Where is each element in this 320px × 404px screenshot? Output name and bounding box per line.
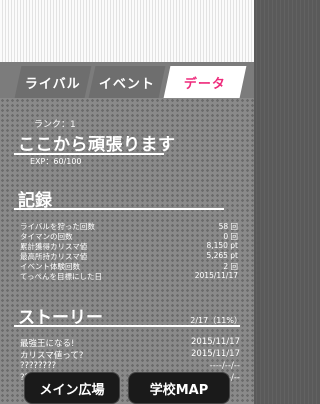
- motto-underline: [14, 153, 164, 155]
- story-label: 最強王になる!: [20, 339, 75, 349]
- story-label: カリスマ値って?: [20, 351, 84, 361]
- tab-rival[interactable]: ライバル: [14, 66, 92, 98]
- tab-event-label: イベント: [98, 76, 155, 92]
- record-row: てっぺんを目標にした日 2015/11/17: [20, 271, 238, 281]
- tab-data-label: データ: [183, 76, 226, 92]
- record-underline: [14, 208, 224, 210]
- school-map-button[interactable]: 学校MAP: [128, 372, 230, 404]
- story-underline: [14, 325, 240, 327]
- story-date: 2015/11/17: [191, 337, 240, 347]
- record-row: 累計獲得カリスマ値 8,150 pt: [20, 241, 238, 251]
- header-band: [0, 0, 254, 62]
- tab-event[interactable]: イベント: [88, 66, 166, 98]
- record-row: イベント体験回数 2 回: [20, 261, 238, 271]
- record-label: てっぺんを目標にした日: [20, 272, 103, 281]
- record-row: 最高所持カリスマ値 5,265 pt: [20, 251, 238, 261]
- motto-text: ここから頑張ります: [18, 135, 176, 155]
- story-date: 2015/11/17: [191, 349, 240, 359]
- exp-text: EXP：60/100: [30, 157, 82, 166]
- tab-data[interactable]: データ: [163, 66, 247, 98]
- tab-rival-label: ライバル: [25, 76, 81, 92]
- story-date: ----/--/--: [209, 361, 240, 371]
- story-label: ????????: [20, 361, 57, 371]
- main-plaza-button[interactable]: メイン広場: [24, 372, 120, 404]
- record-value: 8,150 pt: [206, 241, 238, 250]
- record-row: ライバルを狩った回数 58 回: [20, 221, 238, 231]
- story-item: ???????? ----/--/--: [20, 361, 240, 372]
- rank-label: ランク：1: [34, 120, 76, 130]
- record-value: 5,265 pt: [206, 251, 238, 260]
- story-item[interactable]: カリスマ値って? 2015/11/17: [20, 349, 240, 361]
- story-item[interactable]: 最強王になる! 2015/11/17: [20, 337, 240, 349]
- record-row: タイマンの回数 0 回: [20, 231, 238, 241]
- record-value: 2015/11/17: [194, 271, 238, 280]
